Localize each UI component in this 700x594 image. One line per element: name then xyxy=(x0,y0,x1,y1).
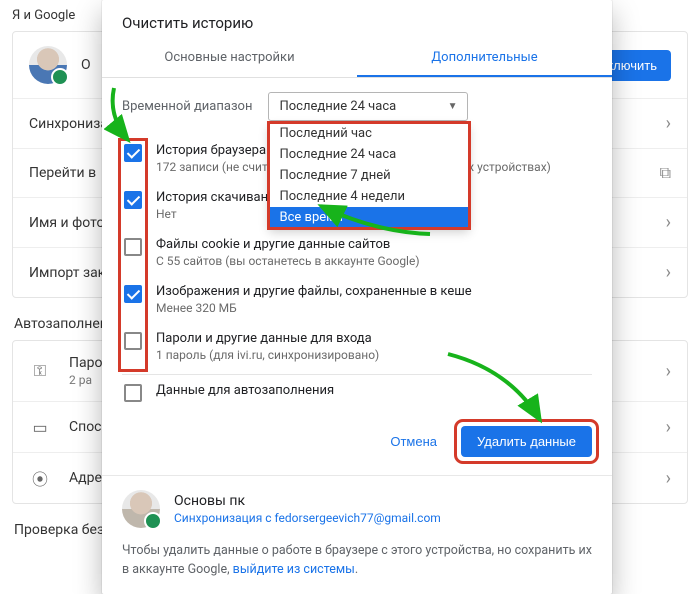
checkbox-cookies[interactable] xyxy=(124,238,142,256)
item-sub: 1 пароль (для ivi.ru, синхронизировано) xyxy=(156,348,379,362)
option-all-time[interactable]: Все время xyxy=(269,207,469,228)
checkbox-download-history[interactable] xyxy=(124,191,142,209)
time-range-select[interactable]: Последние 24 часа ▼ Последний час Послед… xyxy=(268,92,468,121)
item-title: Данные для автозаполнения xyxy=(156,383,334,398)
time-range-value: Последние 24 часа xyxy=(279,99,396,114)
dialog-footer: Основы пк Синхронизация с fedorsergeevic… xyxy=(102,475,612,594)
option-last-hour[interactable]: Последний час xyxy=(269,123,469,144)
tab-advanced[interactable]: Дополнительные xyxy=(357,38,612,77)
item-title: Файлы cookie и другие данные сайтов xyxy=(156,237,420,252)
dialog-actions: Отмена Удалить данные xyxy=(102,410,612,475)
footer-sync-status: Синхронизация с fedorsergeevich77@gmail.… xyxy=(174,511,441,525)
option-last-24h[interactable]: Последние 24 часа xyxy=(269,144,469,165)
checkbox-browsing-history[interactable] xyxy=(124,144,142,162)
item-cookies: Файлы cookie и другие данные сайтов С 55… xyxy=(122,229,592,276)
option-last-4w[interactable]: Последние 4 недели xyxy=(269,186,469,207)
tab-basic[interactable]: Основные настройки xyxy=(102,38,357,77)
clear-data-button[interactable]: Удалить данные xyxy=(461,426,592,457)
item-sub: С 55 сайтов (вы останетесь в аккаунте Go… xyxy=(156,254,420,268)
item-passwords: Пароли и другие данные для входа 1 парол… xyxy=(122,323,592,370)
item-sub: Нет xyxy=(156,207,283,221)
cancel-button[interactable]: Отмена xyxy=(374,426,453,457)
dialog-title: Очистить историю xyxy=(102,0,612,38)
checkbox-autofill[interactable] xyxy=(124,384,142,402)
sign-out-link[interactable]: выйдите из системы xyxy=(233,562,355,577)
item-autofill: Данные для автозаполнения xyxy=(122,375,592,404)
item-title: Изображения и другие файлы, сохраненные … xyxy=(156,284,472,299)
item-sub: Менее 320 МБ xyxy=(156,301,472,315)
time-range-label: Временной диапазон xyxy=(122,99,252,114)
option-last-7d[interactable]: Последние 7 дней xyxy=(269,165,469,186)
checkbox-passwords[interactable] xyxy=(124,332,142,350)
footer-avatar xyxy=(122,490,160,528)
item-title: История скачиваний xyxy=(156,190,283,205)
dialog-tabs: Основные настройки Дополнительные xyxy=(102,38,612,78)
clear-history-dialog: Очистить историю Основные настройки Допо… xyxy=(102,0,612,594)
item-cache: Изображения и другие файлы, сохраненные … xyxy=(122,276,592,323)
item-title: Пароли и другие данные для входа xyxy=(156,331,379,346)
dialog-scrim: Очистить историю Основные настройки Допо… xyxy=(0,0,700,585)
footer-note: Чтобы удалить данные о работе в браузере… xyxy=(122,542,592,580)
footer-profile-name: Основы пк xyxy=(174,493,441,509)
time-range-dropdown: Последний час Последние 24 часа Последни… xyxy=(269,123,469,228)
checkbox-cache[interactable] xyxy=(124,285,142,303)
footer-note-text-2: . xyxy=(355,562,358,577)
caret-down-icon: ▼ xyxy=(448,101,458,112)
